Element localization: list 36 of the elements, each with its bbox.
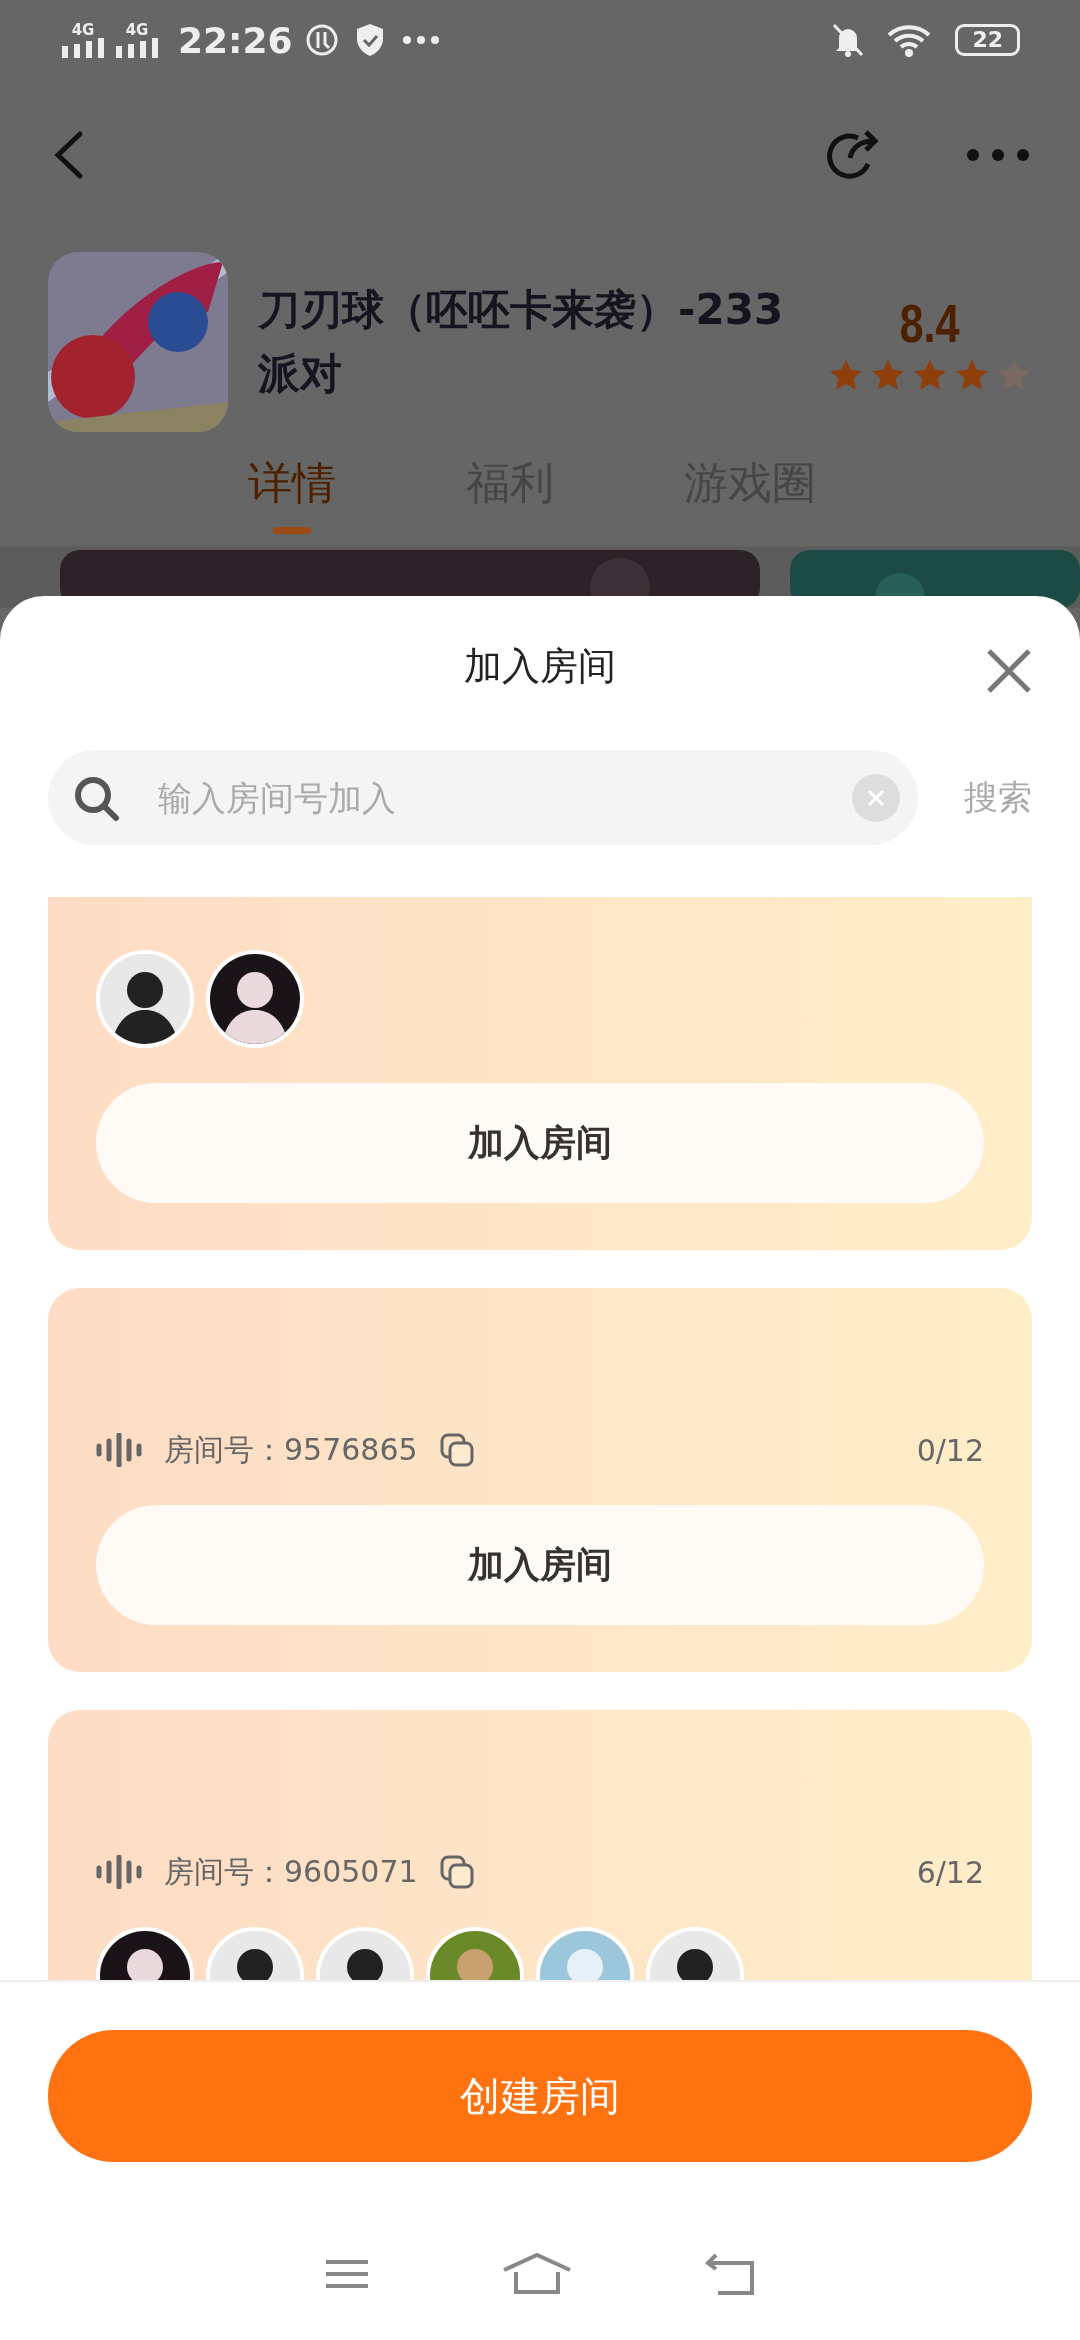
avatar[interactable] (206, 950, 304, 1048)
network-type: 4G (71, 22, 95, 38)
tab[interactable]: 详情 (248, 438, 336, 546)
sound-wave-icon (96, 1855, 142, 1889)
network-type: 4G (125, 22, 149, 38)
signal-icon (114, 37, 160, 58)
more-icon (402, 36, 439, 44)
shield-icon (354, 23, 385, 57)
clock: 22:26 (178, 19, 293, 61)
sheet-title: 加入房间 (464, 642, 616, 690)
game-title: 刀刃球（呸呸卡来袭）-233派对 (258, 284, 785, 400)
join-room-button[interactable]: 加入房间 (96, 1505, 984, 1625)
search-input[interactable]: 输入房间号加入 (156, 776, 852, 819)
search-field[interactable]: 输入房间号加入 (48, 750, 918, 845)
menu-icon[interactable] (324, 2259, 370, 2289)
home-icon[interactable] (502, 2252, 572, 2296)
signal-icon (60, 37, 106, 58)
sound-wave-icon (96, 1433, 142, 1467)
search-button[interactable]: 搜索 (964, 774, 1032, 821)
room-number: 房间号：9576865 (164, 1430, 418, 1469)
room-number: 房间号：9605071 (164, 1852, 418, 1891)
copy-icon[interactable] (439, 1433, 474, 1467)
close-icon[interactable] (986, 648, 1032, 694)
rating-score: 8.4 (899, 292, 960, 354)
copy-icon[interactable] (439, 1855, 474, 1889)
app-icon (304, 23, 339, 57)
avatar[interactable] (96, 950, 194, 1048)
back-icon[interactable] (704, 2253, 756, 2295)
battery-level: 22 (955, 24, 1020, 56)
occupancy-count: 0/12 (916, 1432, 984, 1468)
game-icon (48, 252, 228, 432)
more-icon[interactable] (966, 148, 1030, 162)
occupancy-count: 6/12 (916, 1854, 984, 1890)
mute-icon (831, 22, 866, 58)
create-room-button[interactable]: 创建房间 (48, 2030, 1032, 2162)
join-room-button[interactable]: 加入房间 (96, 1083, 984, 1203)
